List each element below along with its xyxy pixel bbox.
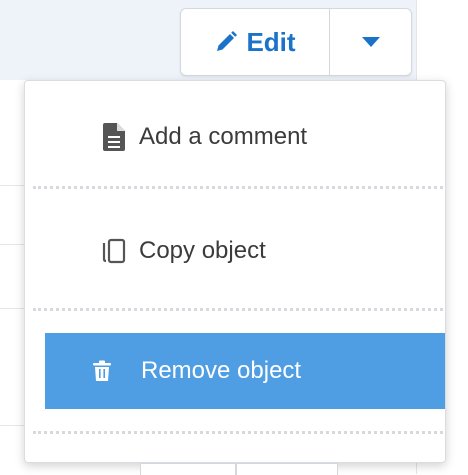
actions-dropdown-menu: Add a comment Copy object Remove object	[24, 80, 446, 463]
row-divider	[0, 308, 24, 309]
menu-item-label: Remove object	[141, 357, 302, 384]
row-divider	[0, 185, 24, 186]
row-action-button[interactable]	[140, 463, 236, 475]
edit-dropdown-toggle[interactable]	[329, 9, 411, 75]
menu-item-add-comment[interactable]: Add a comment	[25, 91, 445, 183]
menu-item-copy-object[interactable]: Copy object	[25, 205, 445, 297]
edit-button-group: Edit	[180, 8, 412, 76]
menu-item-label: Copy object	[139, 237, 266, 264]
copy-icon	[99, 237, 129, 265]
row-divider	[0, 244, 24, 245]
pencil-icon	[214, 30, 246, 54]
menu-divider	[33, 308, 443, 311]
row-divider	[0, 425, 24, 426]
row-action-button[interactable]	[236, 463, 338, 475]
menu-item-remove-object[interactable]: Remove object	[45, 333, 445, 409]
trash-icon	[87, 360, 117, 382]
menu-item-label: Add a comment	[139, 123, 308, 150]
menu-divider	[33, 431, 443, 434]
edit-button[interactable]: Edit	[181, 9, 329, 75]
menu-divider	[33, 186, 443, 189]
document-icon	[99, 123, 129, 151]
caret-down-icon	[361, 37, 380, 47]
edit-button-label: Edit	[246, 26, 296, 57]
